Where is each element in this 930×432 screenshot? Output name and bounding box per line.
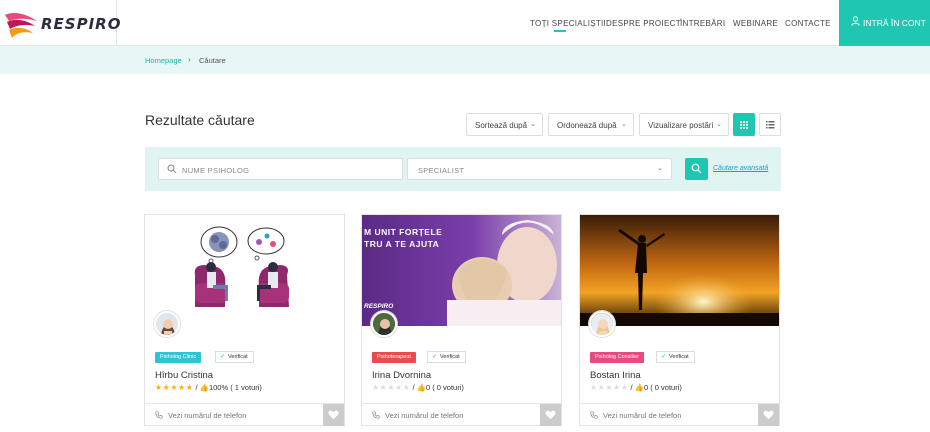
check-icon: ✓: [432, 354, 438, 360]
rating: ★★★★★ / 👍0 ( 0 voturi): [372, 383, 464, 392]
breadcrumb-current: Căutare: [199, 56, 226, 65]
verified-badge: ✓ Verificat: [215, 351, 254, 363]
rating-text: / 👍0 ( 0 voturi): [630, 383, 682, 392]
nav-item-contacts[interactable]: CONTACTE: [785, 19, 831, 28]
nav-active-indicator: [554, 30, 566, 32]
list-view-button[interactable]: [759, 113, 781, 136]
heart-icon: [545, 410, 556, 420]
brand-name: RESPIRO: [41, 15, 122, 33]
favorite-button[interactable]: [540, 404, 561, 426]
search-icon: [167, 164, 177, 174]
rating-text: / 👍100% ( 1 voturi): [195, 383, 262, 392]
sort-dropdown[interactable]: Sortează după ⌄: [466, 113, 543, 136]
specialist-select[interactable]: SPECIALIST ⌄: [407, 158, 672, 180]
rating-stars: ★★★★★: [155, 383, 194, 392]
heart-icon: [328, 410, 339, 420]
rating: ★★★★★ / 👍0 ( 0 voturi): [590, 383, 682, 392]
search-icon: [691, 163, 702, 174]
chevron-down-icon: ⌄: [716, 121, 722, 128]
specialty-badge: Psiholog Consilier: [590, 352, 645, 363]
psychologist-card[interactable]: Psiholog Consilier ✓ Verificat Bostan Iri…: [579, 214, 780, 426]
check-icon: ✓: [661, 354, 667, 360]
psychologist-name-input[interactable]: NUME PSIHOLOG: [158, 158, 403, 180]
nav-item-all-specialists[interactable]: TOȚI SPECIALIȘTII: [530, 19, 606, 28]
list-icon: [766, 121, 775, 129]
psychologist-card[interactable]: Psiholog Clinic ✓ Verificat Hîrbu Cristin…: [144, 214, 345, 426]
rating-text: / 👍0 ( 0 voturi): [412, 383, 464, 392]
psychologist-card[interactable]: M UNIT FORȚELE TRU A TE AJUTA RESPIRO Ps…: [361, 214, 562, 426]
order-dropdown[interactable]: Ordonează după ⌄: [548, 113, 634, 136]
rating-stars: ★★★★★: [372, 383, 411, 392]
user-icon: [851, 16, 860, 26]
phone-icon: [590, 411, 598, 419]
search-button[interactable]: [685, 158, 708, 180]
breadcrumb: Homepage › Căutare: [0, 46, 930, 74]
rating-stars: ★★★★★: [590, 383, 629, 392]
check-icon: ✓: [220, 354, 226, 360]
view-dropdown[interactable]: Vizualizare postări ⌄: [639, 113, 729, 136]
favorite-button[interactable]: [323, 404, 344, 426]
site-header: RESPIRO TOȚI SPECIALIȘTII DESPRE PROIECT…: [0, 0, 930, 46]
chevron-down-icon: ⌄: [530, 121, 536, 128]
card-footer: Vezi numărul de telefon: [145, 403, 344, 426]
banner-brand: RESPIRO: [364, 303, 394, 310]
card-footer: Vezi numărul de telefon: [580, 403, 779, 426]
avatar: [371, 311, 397, 337]
login-button[interactable]: INTRĂ ÎN CONT: [839, 0, 930, 46]
rating: ★★★★★ / 👍100% ( 1 voturi): [155, 383, 262, 392]
avatar: [154, 311, 180, 337]
psychologist-name[interactable]: Hîrbu Cristina: [155, 370, 213, 381]
show-phone-link[interactable]: Vezi numărul de telefon: [372, 411, 463, 420]
avatar: [589, 311, 615, 337]
psychologist-name[interactable]: Bostan Irina: [590, 370, 641, 381]
card-footer: Vezi numărul de telefon: [362, 403, 561, 426]
phone-icon: [372, 411, 380, 419]
favorite-button[interactable]: [758, 404, 779, 426]
breadcrumb-home-link[interactable]: Homepage: [145, 56, 182, 65]
card-image: [580, 215, 779, 326]
show-phone-link[interactable]: Vezi numărul de telefon: [155, 411, 246, 420]
chevron-down-icon: ⌄: [657, 165, 663, 172]
grid-view-button[interactable]: [733, 113, 755, 136]
card-image: [145, 215, 344, 326]
breadcrumb-separator: ›: [188, 55, 191, 64]
nav-item-webinars[interactable]: WEBINARE: [733, 19, 778, 28]
logo-icon: [5, 13, 37, 38]
nav-item-about[interactable]: DESPRE PROIECT: [606, 19, 681, 28]
verified-badge: ✓ Verificat: [656, 351, 695, 363]
advanced-search-link[interactable]: Căutare avansată: [713, 165, 768, 172]
page-title: Rezultate căutare: [145, 112, 255, 128]
grid-icon: [740, 121, 748, 129]
psychologist-name[interactable]: Irina Dvornina: [372, 370, 431, 381]
logo[interactable]: RESPIRO: [0, 0, 120, 46]
specialty-badge: Psihoterapeut: [372, 352, 416, 363]
nav-item-questions[interactable]: ÎNTREBĂRI: [680, 19, 725, 28]
heart-icon: [763, 410, 774, 420]
specialty-badge: Psiholog Clinic: [155, 352, 202, 363]
chevron-down-icon: ⌄: [621, 121, 627, 128]
banner-line-2: TRU A TE AJUTA: [364, 239, 440, 249]
banner-line-1: M UNIT FORȚELE: [364, 227, 443, 237]
phone-icon: [155, 411, 163, 419]
show-phone-link[interactable]: Vezi numărul de telefon: [590, 411, 681, 420]
verified-badge: ✓ Verificat: [427, 351, 466, 363]
